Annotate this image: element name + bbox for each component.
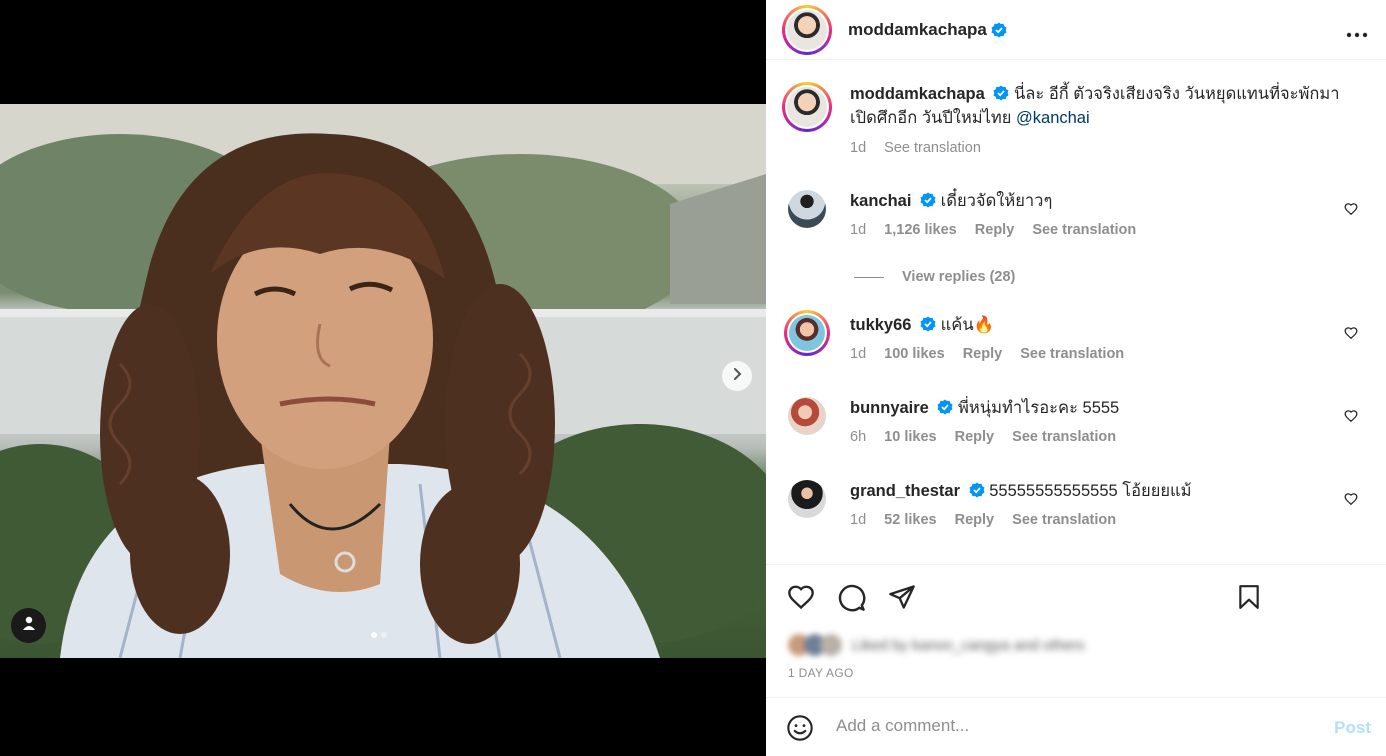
comment-input[interactable] [836, 716, 1296, 736]
comment-like-heart-icon[interactable] [1344, 409, 1358, 428]
see-translation-button[interactable]: See translation [1020, 346, 1124, 362]
commenter-username[interactable]: grand_thestar [850, 482, 960, 500]
comment-like-heart-icon[interactable] [1344, 202, 1358, 221]
verified-badge-icon [993, 84, 1009, 101]
comment-time: 1d [850, 512, 867, 528]
commenter-avatar[interactable] [788, 190, 826, 228]
likes-summary[interactable]: Liked by kanon_cangya and others [788, 634, 1085, 656]
comment-item: tukky66 แค้น🔥 1d 100 likes Reply See tra… [784, 310, 1368, 362]
post-media [0, 0, 766, 756]
commenter-username[interactable]: tukky66 [850, 316, 911, 334]
comment-time: 1d [850, 222, 867, 238]
post-timestamp: 1 DAY AGO [788, 666, 854, 680]
instagram-post-modal: moddamkachapa moddamkachapa นี่ละ อีกี้ … [0, 0, 1386, 756]
post-side-panel: moddamkachapa moddamkachapa นี่ละ อีกี้ … [766, 0, 1386, 756]
heart-icon [788, 585, 814, 610]
reply-button[interactable]: Reply [955, 429, 995, 445]
see-translation-button[interactable]: See translation [1012, 429, 1116, 445]
comment-likes[interactable]: 10 likes [884, 429, 936, 445]
bookmark-icon [1239, 585, 1259, 609]
liked-by-text: Liked by kanon_cangya and others [852, 636, 1085, 654]
comment-like-heart-icon[interactable] [1344, 326, 1358, 345]
carousel-dots [371, 632, 387, 638]
post-header: moddamkachapa [766, 0, 1386, 60]
comment-likes[interactable]: 52 likes [884, 512, 936, 528]
verified-badge-icon [969, 482, 985, 498]
commenter-avatar[interactable] [784, 310, 830, 356]
caption-mention-link[interactable]: @kanchai [1016, 109, 1090, 127]
verified-badge-icon [920, 192, 936, 208]
post-photo [0, 104, 766, 658]
add-comment-bar: Post [766, 697, 1386, 756]
comment-item: kanchai เดี๋ยวจัดให้ยาวๆ 1d 1,126 likes … [788, 190, 1368, 238]
comment-text: พี่หนุ่มทำไรอะคะ 5555 [958, 399, 1120, 417]
liked-by-avatars [788, 634, 842, 656]
reply-button[interactable]: Reply [975, 222, 1015, 238]
author-avatar[interactable] [782, 4, 832, 55]
comment-item: bunnyaire พี่หนุ่มทำไรอะคะ 5555 6h 10 li… [788, 397, 1368, 445]
comments-list[interactable]: moddamkachapa นี่ละ อีกี้ ตัวจริงเสียงจร… [766, 60, 1386, 564]
caption-time: 1d [850, 140, 867, 156]
comment-button[interactable] [837, 583, 866, 617]
reply-button[interactable]: Reply [963, 346, 1003, 362]
comment-bubble-icon [838, 584, 866, 612]
carousel-dot-active [371, 632, 377, 638]
comment-item: grand_thestar 55555555555555 โอ้ยยยแม้ 1… [788, 480, 1368, 528]
more-horizontal-icon [1346, 32, 1368, 38]
tagged-users-button[interactable] [11, 608, 46, 643]
caption-see-translation[interactable]: See translation [884, 140, 981, 156]
user-tag-icon [21, 615, 37, 636]
emoji-button[interactable] [786, 714, 814, 747]
share-button[interactable] [888, 583, 916, 616]
comment-like-heart-icon[interactable] [1344, 492, 1358, 511]
more-options-button[interactable] [1346, 18, 1368, 44]
see-translation-button[interactable]: See translation [1012, 512, 1116, 528]
author-username[interactable]: moddamkachapa [848, 20, 987, 40]
emoji-smile-icon [787, 715, 813, 741]
carousel-next-button[interactable] [722, 361, 752, 391]
commenter-avatar[interactable] [788, 480, 826, 518]
comment-likes[interactable]: 1,126 likes [884, 222, 957, 238]
caption-username[interactable]: moddamkachapa [850, 85, 985, 103]
verified-badge-icon [991, 22, 1007, 38]
post-comment-button[interactable]: Post [1334, 718, 1371, 738]
like-button[interactable] [786, 583, 816, 616]
commenter-username[interactable]: bunnyaire [850, 399, 929, 417]
comment-text: แค้น🔥 [940, 316, 995, 334]
reply-button[interactable]: Reply [955, 512, 995, 528]
post-actions-bar [766, 564, 1386, 630]
carousel-dot [381, 632, 387, 638]
view-replies-button[interactable]: View replies (28) [854, 269, 1015, 285]
comment-likes[interactable]: 100 likes [884, 346, 944, 362]
comment-time: 1d [850, 346, 867, 362]
chevron-right-icon [730, 367, 744, 386]
save-button[interactable] [1236, 583, 1262, 616]
comment-time: 6h [850, 429, 867, 445]
send-icon [889, 585, 915, 609]
verified-badge-icon [920, 316, 936, 332]
commenter-avatar[interactable] [788, 397, 826, 435]
commenter-username[interactable]: kanchai [850, 192, 911, 210]
photo-illustration [0, 104, 766, 658]
verified-badge-icon [937, 399, 953, 415]
comment-text: เดี๋ยวจัดให้ยาวๆ [940, 192, 1053, 210]
comment-text: 55555555555555 โอ้ยยยแม้ [989, 482, 1192, 500]
replies-divider-line [854, 276, 884, 278]
view-replies-label: View replies (28) [902, 269, 1016, 285]
caption-author-avatar[interactable] [782, 82, 832, 132]
post-caption: moddamkachapa นี่ละ อีกี้ ตัวจริงเสียงจร… [782, 82, 1370, 160]
see-translation-button[interactable]: See translation [1032, 222, 1136, 238]
